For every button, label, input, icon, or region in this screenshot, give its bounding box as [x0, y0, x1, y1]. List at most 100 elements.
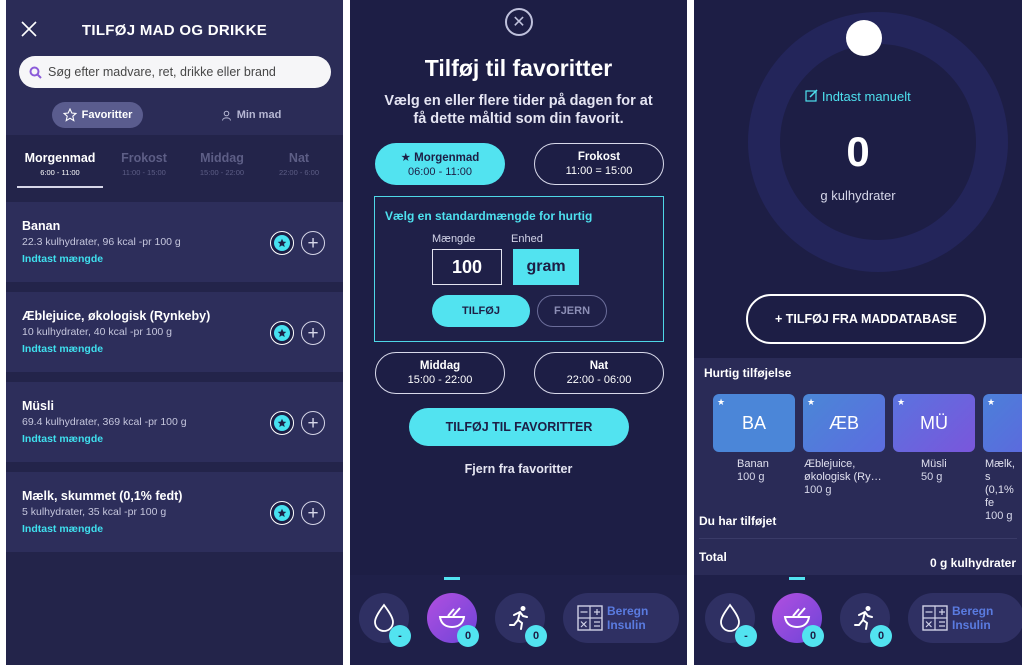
tab-min-mad[interactable]: Min mad [211, 102, 291, 128]
add-plus-icon[interactable]: + [301, 231, 325, 255]
time-morgenmad-button[interactable]: ★ Morgenmad 06:00 - 11:00 [375, 143, 505, 185]
meal-time: 11:00 - 15:00 [122, 168, 166, 177]
calc-label-2: Insulin [607, 618, 646, 632]
favorite-star-icon[interactable] [270, 501, 294, 525]
calculate-insulin-button[interactable]: Beregn Insulin [563, 593, 679, 643]
tab-morgenmad[interactable]: Morgenmad 6:00 - 11:00 [20, 151, 100, 177]
standard-amount-box: Vælg en standardmængde for hurtig Mængde… [374, 196, 664, 342]
star-outline-icon [62, 108, 77, 122]
add-plus-icon[interactable]: + [301, 501, 325, 525]
enter-amount-link[interactable]: Indtast mængde [22, 253, 103, 265]
time-name: Frokost [577, 151, 621, 163]
add-from-database-button[interactable]: + TILFØJ FRA MADDATABASE [746, 294, 986, 344]
time-name: ★ Morgenmad [400, 152, 480, 164]
page-title: Tilføj til favoritter [424, 55, 613, 81]
tile-abbr: BA [741, 412, 766, 433]
food-card[interactable]: Mælk, skummet (0,1% fedt) 5 kulhydrater,… [6, 472, 343, 552]
meal-name: Frokost [121, 151, 167, 165]
food-card[interactable]: Banan 22.3 kulhydrater, 96 kcal -pr 100 … [6, 202, 343, 282]
tab-nat[interactable]: Nat 22:00 - 6:00 [266, 151, 332, 177]
add-to-favorites-button[interactable]: TILFØJ TIL FAVORITTER [409, 408, 629, 446]
nav-food-button[interactable]: 0 [772, 593, 824, 647]
water-badge: - [735, 625, 757, 647]
enter-amount-link[interactable]: Indtast mængde [22, 343, 103, 355]
add-plus-icon[interactable]: + [301, 411, 325, 435]
favorite-star-icon[interactable] [270, 321, 294, 345]
tile-name: Mælk, s [985, 458, 1015, 483]
quick-tile-maelk[interactable]: ★M [983, 394, 1022, 452]
edit-icon [805, 89, 818, 102]
nav-water-button[interactable]: - [359, 593, 411, 647]
calculate-insulin-button[interactable]: Beregn Insulin [908, 593, 1022, 643]
carbs-value: 0 [846, 128, 870, 175]
remove-button[interactable]: FJERN [537, 295, 607, 327]
meal-tabs: Morgenmad 6:00 - 11:00 Frokost 11:00 - 15:… [6, 135, 343, 195]
added-title: Du har tilføjet [699, 514, 777, 528]
food-card[interactable]: Æblejuice, økologisk (Rynkeby) 10 kulhyd… [6, 292, 343, 372]
food-nutrition: 22.3 kulhydrater, 96 kcal -pr 100 g [22, 236, 181, 248]
time-range: 15:00 - 22:00 [407, 374, 473, 386]
favorite-star-icon[interactable] [270, 411, 294, 435]
tile-qty: 50 g [921, 471, 943, 483]
nav-activity-button[interactable]: 0 [840, 593, 892, 647]
tile-abbr: ÆB [828, 412, 859, 433]
add-to-favorites-screen: ✕ Tilføj til favoritter Vælg en eller fl… [350, 0, 687, 665]
quick-tile-aeblejuice[interactable]: ★ ÆB [803, 394, 885, 452]
carbs-unit: g kulhydrater [820, 188, 896, 203]
calculator-icon [577, 605, 603, 631]
favorite-star-icon[interactable] [270, 231, 294, 255]
time-frokost-button[interactable]: Frokost 11:00 = 15:00 [534, 143, 664, 185]
star-icon: ★ [717, 397, 726, 407]
amount-input[interactable]: 100 [432, 249, 502, 285]
meal-name: Middag [200, 151, 244, 165]
add-button[interactable]: TILFØJ [432, 295, 530, 327]
food-nutrition: 10 kulhydrater, 40 kcal -pr 100 g [22, 326, 173, 338]
bottom-nav: - 0 0 Beregn Insulin [694, 575, 1022, 665]
person-icon [221, 110, 231, 121]
add-plus-icon[interactable]: + [301, 321, 325, 345]
food-name: Æblejuice, økologisk (Rynkeby) [22, 309, 211, 323]
tab-label: Favoritter [81, 109, 133, 121]
total-label: Total [699, 550, 727, 564]
nav-food-button[interactable]: 0 [427, 593, 479, 647]
time-range: 11:00 = 15:00 [565, 165, 633, 177]
food-badge: 0 [457, 625, 479, 647]
total-value: 0 g kulhydrater [930, 556, 1017, 570]
nav-water-button[interactable]: - [705, 593, 757, 647]
unit-select[interactable]: gram [513, 249, 579, 285]
divider [699, 538, 1017, 539]
enter-amount-link[interactable]: Indtast mængde [22, 433, 103, 445]
search-input[interactable]: Søg efter madvare, ret, drikke eller bra… [19, 56, 331, 88]
food-card[interactable]: Müsli 69.4 kulhydrater, 369 kcal -pr 100… [6, 382, 343, 462]
tab-frokost[interactable]: Frokost 11:00 - 15:00 [111, 151, 177, 177]
quick-tile-banan[interactable]: ★ BA [713, 394, 795, 452]
tile-label: Banan 100 g [737, 458, 769, 484]
nav-activity-button[interactable]: 0 [495, 593, 547, 647]
time-nat-button[interactable]: Nat 22:00 - 06:00 [534, 352, 664, 394]
search-placeholder: Søg efter madvare, ret, drikke eller bra… [48, 65, 276, 79]
time-range: 22:00 - 06:00 [566, 374, 632, 386]
tile-name-2: (0,1% fe [985, 484, 1014, 509]
tab-favoritter[interactable]: Favoritter [52, 102, 143, 128]
tab-label: Min mad [236, 109, 282, 121]
active-tab-indicator [17, 186, 103, 188]
food-name: Mælk, skummet (0,1% fedt) [22, 489, 183, 503]
tile-name-2: økologisk (Ry… [804, 471, 882, 483]
star-icon: ★ [807, 397, 816, 407]
dial-knob[interactable] [846, 20, 882, 56]
page-title: TILFØJ MAD OG DRIKKE [81, 22, 268, 39]
enter-manually-link[interactable]: Indtast manuelt [694, 89, 1022, 104]
bottom-nav: - 0 0 Beregn Insulin [350, 575, 687, 665]
tab-middag[interactable]: Middag 15:00 - 22:00 [188, 151, 256, 177]
quick-tile-musli[interactable]: ★ MÜ [893, 394, 975, 452]
time-range: 06:00 - 11:00 [407, 166, 472, 178]
time-name: Middag [419, 360, 461, 372]
remove-from-favorites-link[interactable]: Fjern fra favoritter [350, 462, 687, 476]
calc-label-1: Beregn [952, 604, 994, 618]
food-badge: 0 [802, 625, 824, 647]
tile-qty: 100 g [737, 471, 765, 483]
time-middag-button[interactable]: Middag 15:00 - 22:00 [375, 352, 505, 394]
close-icon[interactable]: ✕ [505, 8, 533, 36]
enter-amount-link[interactable]: Indtast mængde [22, 523, 103, 535]
food-nutrition: 69.4 kulhydrater, 369 kcal -pr 100 g [22, 416, 187, 428]
